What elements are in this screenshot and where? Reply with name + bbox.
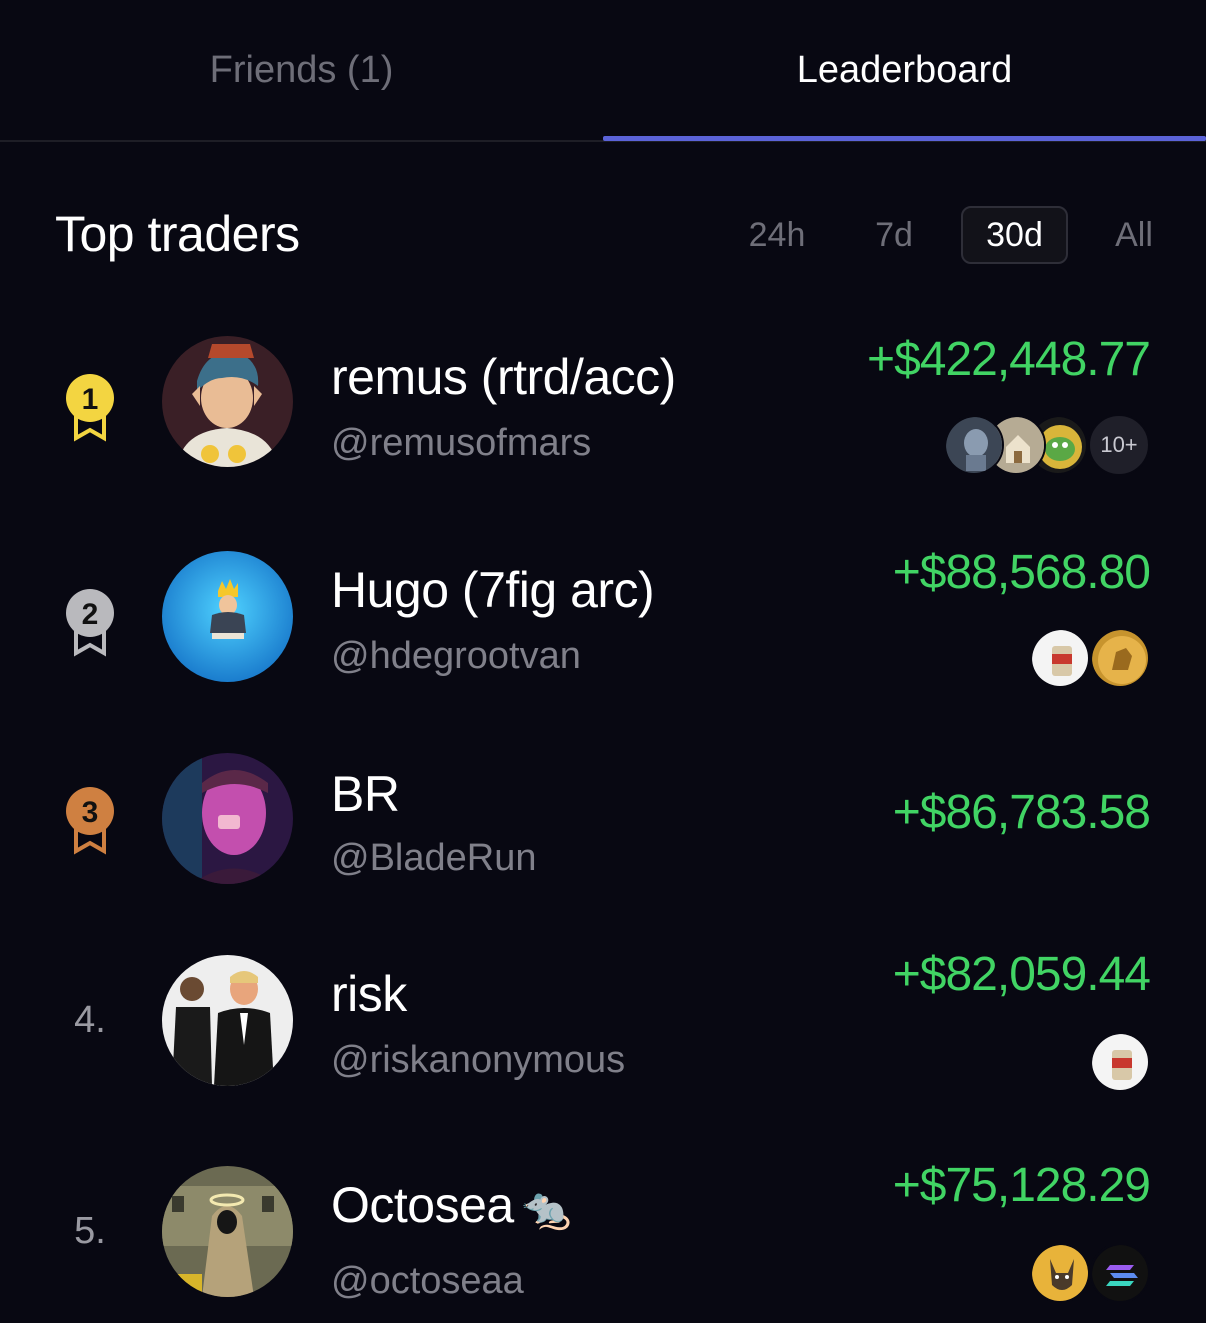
trader-name: Hugo (7fig arc) [331,562,655,618]
trader-name-text: Octosea [331,1177,514,1233]
medal-rank: 1 [82,383,99,416]
trader-name: Octosea 🐀 [331,1176,572,1234]
tab-leaderboard[interactable]: Leaderboard [603,0,1206,140]
trader-row[interactable]: 1 remus (rtrd/acc) @remusofmars +$422,44… [0,330,1206,530]
trader-rank: 4. [74,999,106,1041]
range-7d-button[interactable]: 7d [862,206,926,264]
token-stack: 10+ [944,414,1150,476]
can-token-icon[interactable] [1030,628,1090,688]
trader-name: remus (rtrd/acc) [331,349,676,405]
trader-pnl: +$82,059.44 [892,948,1151,1001]
trader-handle: @octoseaa [331,1260,524,1302]
avatar[interactable] [162,1166,293,1297]
trader-pnl: +$86,783.58 [892,786,1151,839]
token-stack [1030,1242,1150,1304]
dog-token-icon[interactable] [1030,1243,1090,1303]
horse-token-icon[interactable] [1090,628,1150,688]
trader-handle: @remusofmars [331,422,592,464]
range-all-button[interactable]: All [1104,206,1164,264]
range-24h-button[interactable]: 24h [738,206,816,264]
section-title: Top traders [55,206,300,262]
token-stack [1090,1031,1150,1093]
avatar[interactable] [162,336,293,467]
avatar[interactable] [162,753,293,884]
trader-pnl: +$88,568.80 [892,546,1151,599]
can-token-icon[interactable] [1090,1032,1150,1092]
avatar[interactable] [162,551,293,682]
trader-row[interactable]: 4. risk @riskanonymous +$82,059.44 [0,948,1206,1153]
avatar[interactable] [162,955,293,1086]
more-tokens-badge[interactable]: 10+ [1088,414,1150,476]
medal-rank: 2 [82,598,99,631]
trader-name: BR [331,766,400,822]
leaderboard-screen: Friends (1) Leaderboard Top traders 24h … [0,0,1206,1323]
silver-medal-icon: 2 [66,589,114,657]
active-tab-indicator [603,136,1206,141]
trader-rank: 5. [74,1210,106,1252]
tab-bar: Friends (1) Leaderboard [0,0,1206,142]
trader-handle: @BladeRun [331,837,537,879]
trader-row[interactable]: 2 Hugo (7fig arc) @hdegrootvan +$88,568.… [0,545,1206,745]
trader-row[interactable]: 5. Octosea 🐀 @octoseaa +$75,128.29 [0,1159,1206,1323]
token-stack [1030,627,1150,689]
trader-handle: @riskanonymous [331,1039,626,1081]
medal-rank: 3 [82,796,99,829]
trader-pnl: +$75,128.29 [892,1159,1151,1212]
trader-name: risk [331,966,407,1022]
range-30d-button[interactable]: 30d [961,206,1068,264]
tab-friends[interactable]: Friends (1) [0,0,603,140]
trader-pnl: +$422,448.77 [867,333,1151,386]
gold-medal-icon: 1 [66,374,114,442]
solana-token-icon[interactable] [1090,1243,1150,1303]
robot-token-icon[interactable] [944,415,1004,475]
bronze-medal-icon: 3 [66,787,114,855]
trader-row[interactable]: 3 BR @BladeRun +$86,783.58 [0,749,1206,949]
trader-handle: @hdegrootvan [331,635,581,677]
rat-emoji-icon: 🐀 [521,1187,572,1232]
